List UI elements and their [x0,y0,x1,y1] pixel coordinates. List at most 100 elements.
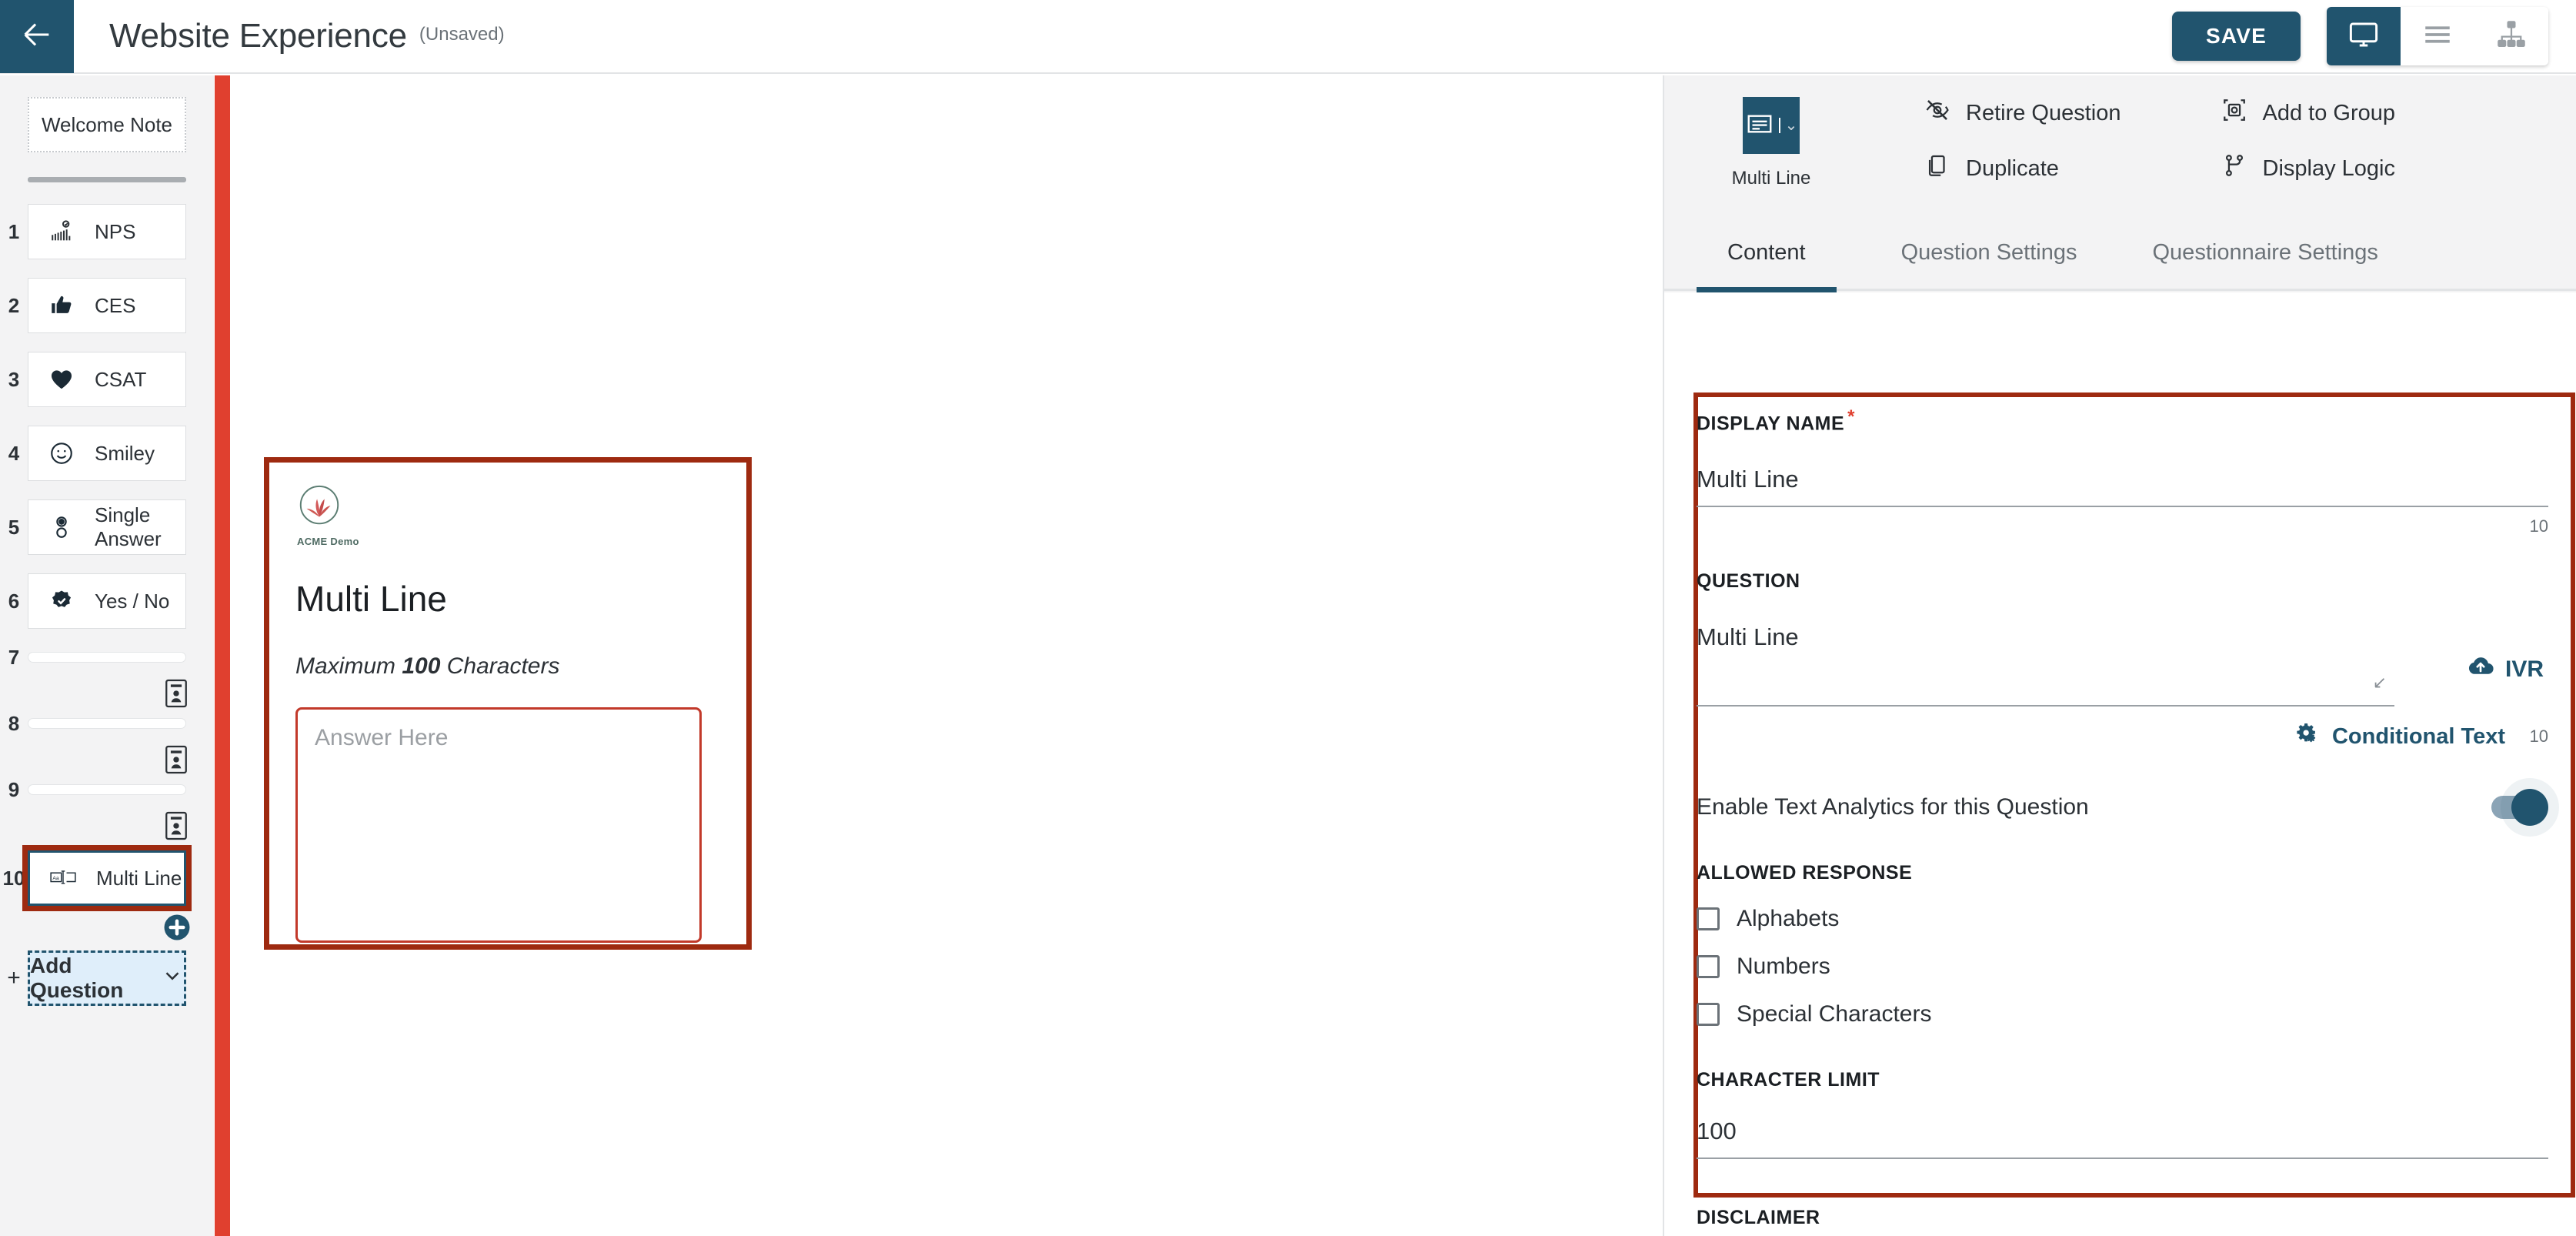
check-badge-icon [48,588,75,614]
text-analytics-label: Enable Text Analytics for this Question [1697,794,2089,820]
preview-question-title: Multi Line [295,579,447,619]
sidebar-item-placeholder[interactable] [28,718,186,729]
tab-content[interactable]: Content [1697,216,1837,292]
add-question-plus-icon[interactable] [163,914,191,941]
list-view-button[interactable] [2401,7,2474,65]
brand-logo: ACME Demo [269,463,746,547]
add-to-group-label: Add to Group [2262,100,2396,125]
checkbox-alphabets[interactable] [1697,907,1720,931]
sidebar-item-label: Smiley [95,441,155,465]
add-question-plus-label: + [7,965,21,990]
hamburger-icon [2421,18,2454,55]
back-button[interactable] [0,0,74,73]
radio-list-icon [48,514,75,540]
checkbox-special-characters[interactable] [1697,1003,1720,1027]
save-button[interactable]: SAVE [2172,12,2301,61]
flow-view-button[interactable] [2474,7,2548,65]
respondent-card-icon [163,810,189,841]
display-logic-button[interactable]: Display Logic [2221,152,2396,185]
list-item: 10 Aa Multi Line [0,845,214,911]
top-bar-actions: SAVE [2172,7,2576,65]
allowed-response-alphabets[interactable]: Alphabets [1697,906,2548,932]
allowed-response-label: ALLOWED RESPONSE [1697,862,1913,884]
monitor-icon [2347,18,2380,55]
sidebar-item-nps[interactable]: NPS [28,204,186,259]
list-item: 7 [0,646,214,713]
sidebar-item-smiley[interactable]: Smiley [28,426,186,481]
nps-bars-icon [48,219,75,245]
text-analytics-toggle[interactable] [2491,789,2548,827]
heart-icon [48,366,75,393]
display-logic-label: Display Logic [2262,155,2395,181]
list-item: 4 Smiley [0,426,214,481]
checkbox-special-characters-label: Special Characters [1737,1001,1932,1027]
brand-name: ACME Demo [297,536,359,547]
group-icon [2221,97,2247,129]
welcome-note-item[interactable]: Welcome Note [28,97,186,152]
question-sidebar: Welcome Note 1 NPS 2 CES 3 CSAT 4 Smiley… [0,75,214,1236]
conditional-text-label: Conditional Text [2331,723,2505,749]
allowed-response-special-characters[interactable]: Special Characters [1697,1001,2548,1027]
duplicate-button[interactable]: Duplicate [1924,152,2121,185]
disclaimer-label: DISCLAIMER [1697,1207,1820,1229]
question-type-selector[interactable]: ⌄ [1743,97,1800,154]
sidebar-item-label: NPS [95,219,136,243]
ivr-upload-button[interactable]: IVR [2467,653,2544,686]
tab-questionnaire-settings[interactable]: Questionnaire Settings [2122,216,2409,290]
chevron-down-icon: ⌄ [1778,118,1797,133]
question-number: 9 [8,777,20,801]
sidebar-item-label: CSAT [95,367,147,391]
character-limit-input[interactable]: 100 [1697,1117,2548,1160]
conditional-text-button[interactable]: Conditional Text [2294,720,2505,753]
preview-answer-textarea[interactable]: Answer Here [295,707,702,943]
preview-subtitle-prefix: Maximum [295,653,402,679]
list-item: 9 [0,777,214,846]
checkbox-alphabets-label: Alphabets [1737,906,1840,932]
question-preview-card: ACME Demo Multi Line Maximum 100 Charact… [264,457,752,950]
add-question-label: Add Question [30,954,124,1002]
add-question-button[interactable]: Add Question [28,950,186,1006]
question-label: QUESTION [1697,570,1800,593]
question-resize-handle[interactable]: ↙ [2373,673,2387,693]
sidebar-item-label: CES [95,293,136,317]
respondent-card-icon [163,744,189,775]
allowed-response-numbers[interactable]: Numbers [1697,954,2548,980]
sidebar-item-multi-line[interactable]: Aa Multi Line [22,845,192,911]
multiline-text-icon: Aa [50,865,76,891]
question-type-label: Multi Line [1731,168,1811,189]
sidebar-item-label: Multi Line [96,866,182,890]
list-item: 1 NPS [0,204,214,259]
checkbox-numbers[interactable] [1697,955,1720,979]
gears-icon [2294,720,2320,753]
branch-icon [2221,152,2247,185]
acme-logo-icon [299,485,339,525]
preview-subtitle-suffix: Characters [440,653,560,679]
respondent-card-icon [163,678,189,709]
retire-question-button[interactable]: Retire Question [1924,97,2121,129]
desktop-preview-button[interactable] [2327,7,2401,65]
properties-panel: ⌄ Multi Line Retire Question Duplicate A… [1663,75,2576,1236]
sidebar-item-csat[interactable]: CSAT [28,352,186,407]
list-item: 2 CES [0,278,214,333]
ivr-label: IVR [2504,656,2544,683]
content-form: DISPLAY NAME * Multi Line 10 QUESTION Mul… [1664,292,2576,1236]
question-input[interactable]: Multi Line [1697,623,2394,707]
sidebar-item-placeholder[interactable] [28,784,186,795]
sidebar-item-yes-no[interactable]: Yes / No [28,573,186,629]
sidebar-item-placeholder[interactable] [28,652,186,663]
add-question-inline-row [0,906,214,949]
list-item: 8 [0,712,214,780]
list-item: 5 Single Answer [0,499,214,555]
sidebar-item-ces[interactable]: CES [28,278,186,333]
thumbs-up-icon [48,292,75,319]
sidebar-drag-handle[interactable] [28,177,186,182]
view-toggle-group [2327,7,2548,65]
question-number: 6 [8,589,20,613]
tab-question-settings[interactable]: Question Settings [1870,216,2108,290]
sidebar-item-single-answer[interactable]: Single Answer [28,499,186,555]
display-name-input[interactable]: Multi Line [1697,466,2548,508]
question-number: 4 [8,441,20,465]
list-item: 6 Yes / No [0,573,214,629]
add-to-group-button[interactable]: Add to Group [2221,97,2396,129]
eye-slash-icon [1924,97,1950,129]
